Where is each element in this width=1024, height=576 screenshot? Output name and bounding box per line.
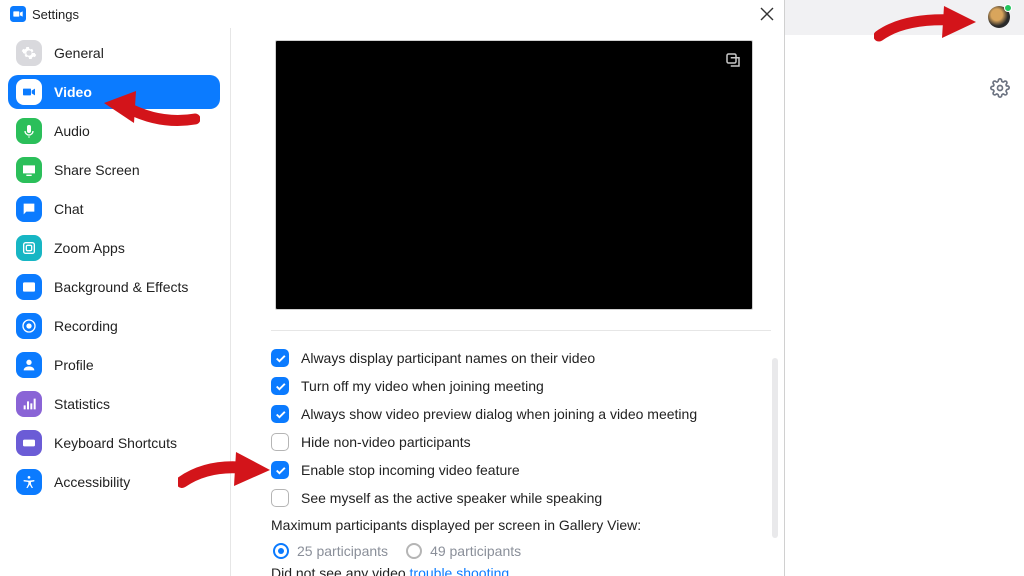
video-icon <box>16 79 42 105</box>
gallery-radio-group: 25 participants 49 participants <box>273 543 756 559</box>
stats-icon <box>16 391 42 417</box>
annotation-arrow-enable <box>178 450 274 494</box>
video-option-row: Hide non-video participants <box>271 433 756 451</box>
sidebar-item-label: Keyboard Shortcuts <box>54 435 177 451</box>
sidebar-item-label: Recording <box>54 318 118 334</box>
option-label: Always show video preview dialog when jo… <box>301 406 697 422</box>
sidebar-item-label: Chat <box>54 201 84 217</box>
record-icon <box>16 313 42 339</box>
video-option-row: Always display participant names on thei… <box>271 349 756 367</box>
settings-content: Always display participant names on thei… <box>230 28 784 576</box>
gallery-view-label: Maximum participants displayed per scree… <box>271 517 756 533</box>
radio-icon <box>406 543 422 559</box>
presence-dot <box>1004 4 1012 12</box>
video-option-row: See myself as the active speaker while s… <box>271 489 756 507</box>
option-label: Hide non-video participants <box>301 434 471 450</box>
gallery-radio[interactable]: 49 participants <box>406 543 521 559</box>
divider <box>271 330 771 331</box>
sidebar-item-statistics[interactable]: Statistics <box>8 387 220 421</box>
zoom-app-icon <box>10 6 26 22</box>
background-app <box>785 0 1024 576</box>
video-preview[interactable] <box>275 40 753 310</box>
sidebar-item-label: Statistics <box>54 396 110 412</box>
gallery-radio[interactable]: 25 participants <box>273 543 388 559</box>
titlebar: Settings <box>0 0 784 28</box>
a11y-icon <box>16 469 42 495</box>
profile-icon <box>16 352 42 378</box>
sidebar-item-label: Background & Effects <box>54 279 188 295</box>
sidebar-item-recording[interactable]: Recording <box>8 309 220 343</box>
scrollbar[interactable] <box>772 358 778 538</box>
sidebar-item-chat[interactable]: Chat <box>8 192 220 226</box>
option-label: Always display participant names on thei… <box>301 350 595 366</box>
sidebar-item-label: Audio <box>54 123 90 139</box>
option-label: See myself as the active speaker while s… <box>301 490 602 506</box>
no-video-text: Did not see any video <box>271 565 406 576</box>
video-option-row: Always show video preview dialog when jo… <box>271 405 756 423</box>
no-video-help: Did not see any video trouble shooting <box>271 565 756 576</box>
window-title: Settings <box>32 7 760 22</box>
settings-gear-button[interactable] <box>990 78 1010 98</box>
video-option-row: Turn off my video when joining meeting <box>271 377 756 395</box>
sidebar-item-label: Zoom Apps <box>54 240 125 256</box>
sidebar-item-general[interactable]: General <box>8 36 220 70</box>
annotation-arrow-video <box>100 85 200 131</box>
video-option-row: Enable stop incoming video feature <box>271 461 756 479</box>
annotation-arrow-avatar <box>874 4 984 50</box>
option-label: Enable stop incoming video feature <box>301 462 520 478</box>
bgfx-icon <box>16 274 42 300</box>
sidebar-item-label: Accessibility <box>54 474 130 490</box>
option-label: Turn off my video when joining meeting <box>301 378 544 394</box>
close-icon[interactable] <box>760 7 774 21</box>
sidebar-item-label: Video <box>54 84 92 100</box>
radio-label: 25 participants <box>297 543 388 559</box>
video-options-list: Always display participant names on thei… <box>271 349 756 507</box>
apps-icon <box>16 235 42 261</box>
share-icon <box>16 157 42 183</box>
checkbox[interactable] <box>271 377 289 395</box>
checkbox[interactable] <box>271 349 289 367</box>
chat-icon <box>16 196 42 222</box>
checkbox[interactable] <box>271 433 289 451</box>
keys-icon <box>16 430 42 456</box>
sidebar-item-label: General <box>54 45 104 61</box>
troubleshooting-link[interactable]: trouble shooting <box>410 565 510 576</box>
sidebar-item-share-screen[interactable]: Share Screen <box>8 153 220 187</box>
audio-icon <box>16 118 42 144</box>
fullscreen-icon[interactable] <box>724 51 742 69</box>
checkbox[interactable] <box>271 405 289 423</box>
sidebar-item-background-effects[interactable]: Background & Effects <box>8 270 220 304</box>
gear-icon <box>16 40 42 66</box>
radio-label: 49 participants <box>430 543 521 559</box>
sidebar-item-label: Profile <box>54 357 94 373</box>
sidebar-item-profile[interactable]: Profile <box>8 348 220 382</box>
sidebar-item-zoom-apps[interactable]: Zoom Apps <box>8 231 220 265</box>
radio-icon <box>273 543 289 559</box>
sidebar-item-label: Share Screen <box>54 162 140 178</box>
